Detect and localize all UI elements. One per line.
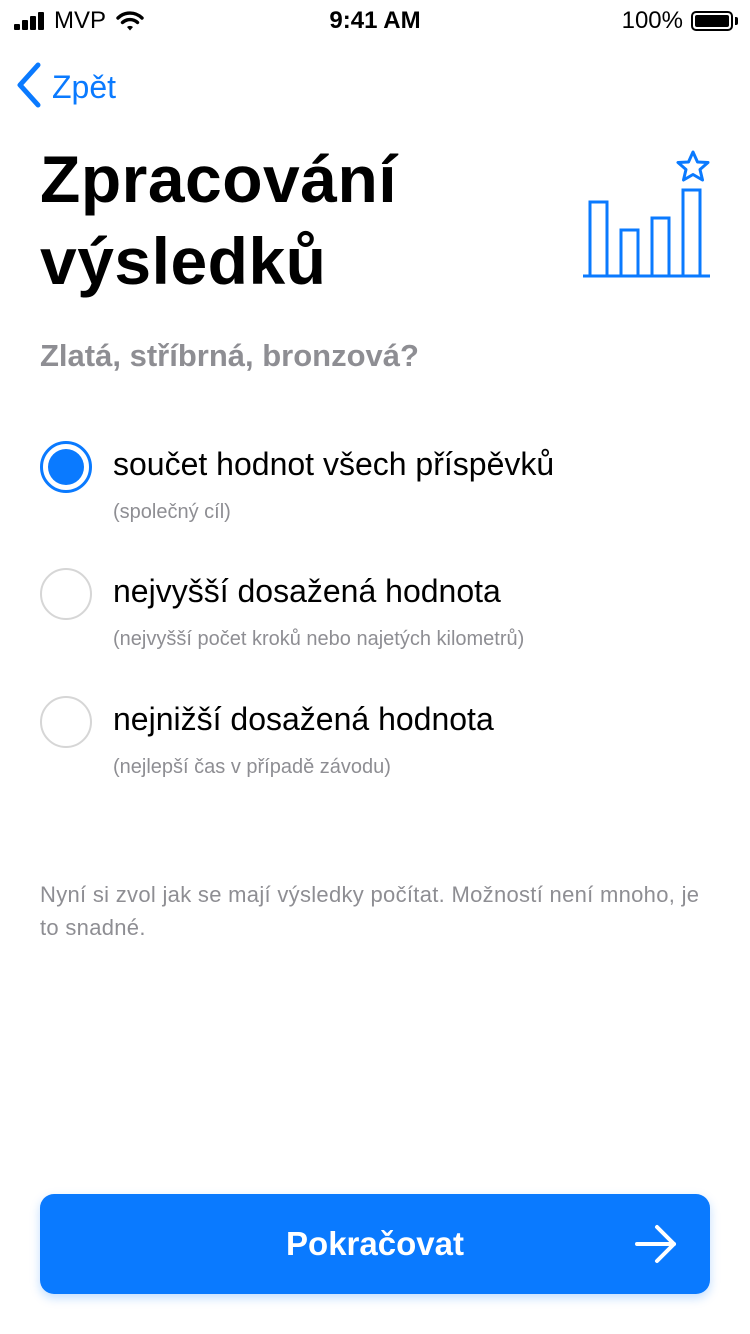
status-right: 100% xyxy=(622,6,738,36)
info-text: Nyní si zvol jak se mají výsledky počíta… xyxy=(40,882,700,940)
bar-chart-star-icon xyxy=(580,148,714,285)
chevron-left-icon xyxy=(16,62,42,113)
back-button[interactable]: Zpět xyxy=(16,62,116,113)
arrow-right-icon xyxy=(634,1223,678,1270)
option-label: nejvyšší dosažená hodnota xyxy=(113,573,501,609)
option-label: součet hodnot všech příspěvků xyxy=(113,446,555,482)
back-label: Zpět xyxy=(52,69,117,105)
option-sum-all[interactable]: součet hodnot všech příspěvků (společný … xyxy=(40,441,720,541)
option-highest-value[interactable]: nejvyšší dosažená hodnota (nejvyšší poče… xyxy=(40,568,720,668)
option-label: nejnižší dosažená hodnota xyxy=(113,701,494,737)
page-title: Zpracování výsledků xyxy=(40,142,398,298)
battery-cap xyxy=(735,17,738,25)
battery-percentage: 100% xyxy=(621,7,683,34)
option-note: (nejlepší čas v případě závodu) xyxy=(113,756,391,778)
option-note: (společný cíl) xyxy=(113,501,231,523)
status-bar: MVP 9:41 AM 100% xyxy=(0,0,750,40)
question-text: Zlatá, stříbrná, bronzová? xyxy=(40,338,419,373)
radio-unselected[interactable] xyxy=(40,568,92,620)
radio-unselected[interactable] xyxy=(40,696,92,748)
radio-dot xyxy=(48,449,84,485)
battery-fill xyxy=(695,15,729,27)
screen: MVP 9:41 AM 100% Zpět Zpracování výsledk… xyxy=(0,0,750,1334)
continue-label: Pokračovat xyxy=(286,1225,464,1262)
option-note: (nejvyšší počet kroků nebo najetých kilo… xyxy=(113,628,525,650)
continue-button[interactable]: Pokračovat xyxy=(40,1194,710,1294)
battery-icon xyxy=(691,11,733,31)
option-lowest-value[interactable]: nejnižší dosažená hodnota (nejlepší čas … xyxy=(40,696,720,796)
radio-selected[interactable] xyxy=(40,441,92,493)
